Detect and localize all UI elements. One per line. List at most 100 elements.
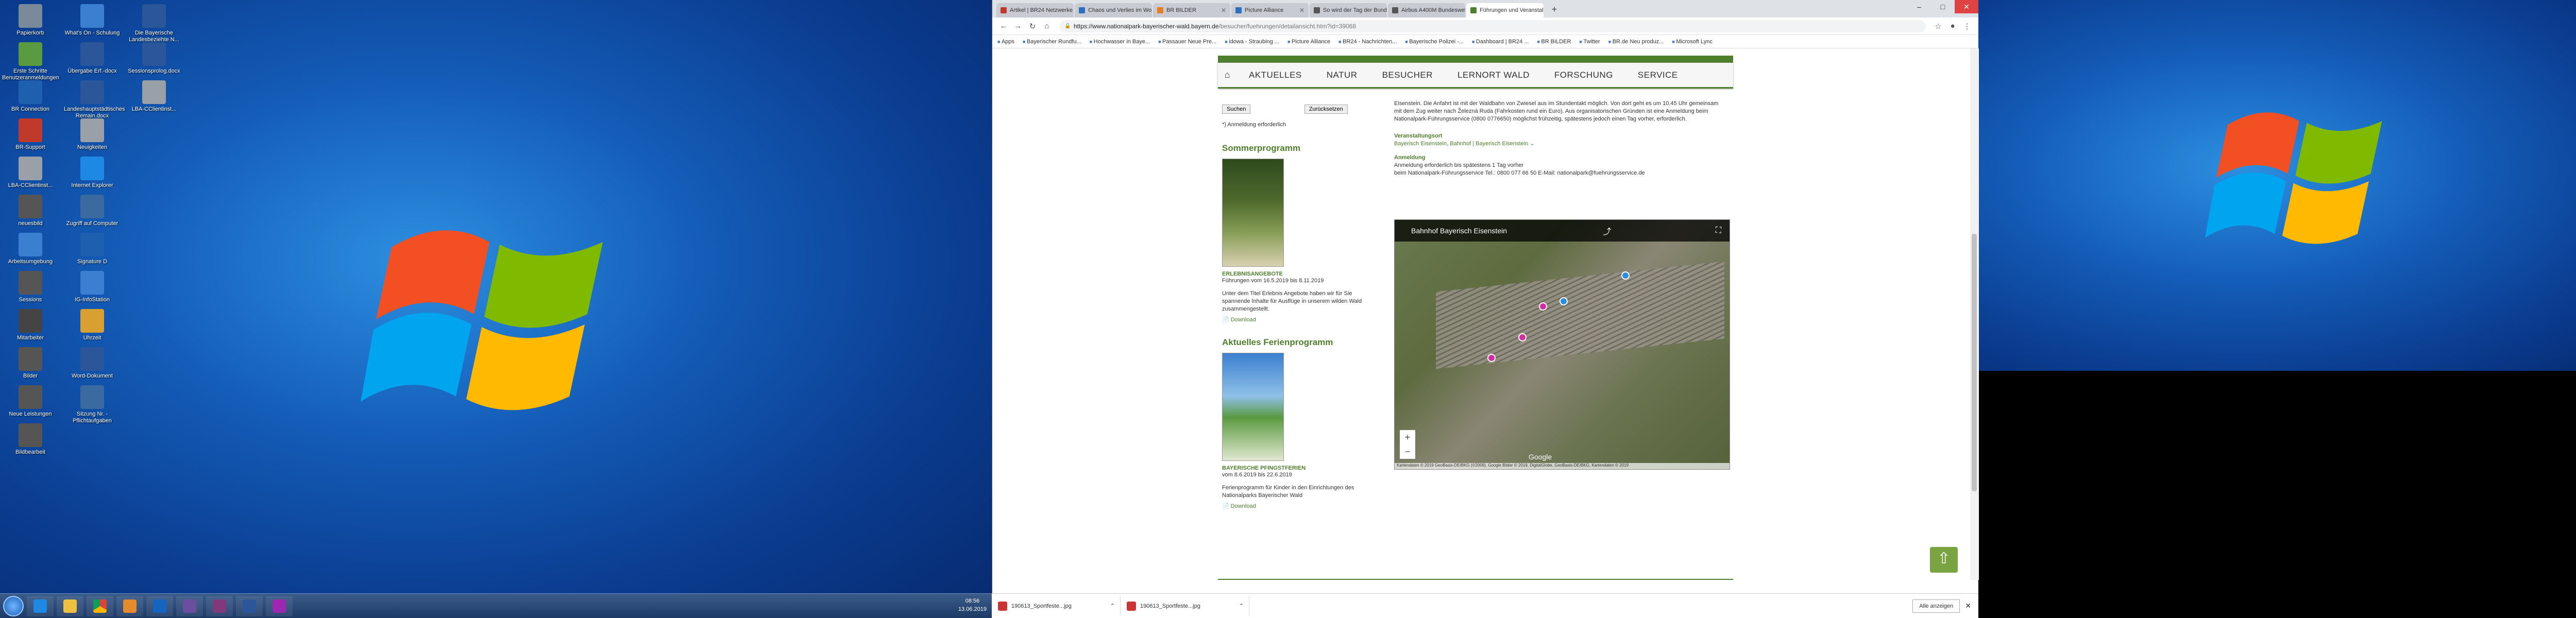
fullscreen-icon[interactable]: ⛶ [1716, 226, 1721, 235]
scroll-to-top-button[interactable]: ⇧ [1930, 547, 1958, 573]
map-pin[interactable] [1487, 354, 1496, 362]
desktop-icon[interactable]: Sessionsprolog.docx [126, 42, 182, 75]
app-taskbar-icon[interactable] [176, 595, 203, 616]
reset-button[interactable]: Zurücksetzen [1304, 105, 1348, 114]
address-bar[interactable]: https://www.nationalpark-bayerischer-wal… [1059, 20, 1926, 32]
desktop-icon[interactable]: Zugriff auf Computer [64, 195, 121, 227]
ferien-brochure-image[interactable] [1222, 353, 1284, 461]
map-pin[interactable] [1560, 297, 1568, 305]
desktop-icon[interactable]: Übergabe Erf.-docx [64, 42, 121, 75]
onenote2-taskbar-icon[interactable] [266, 595, 293, 616]
media-taskbar-icon[interactable] [116, 595, 143, 616]
back-icon[interactable]: ← [996, 22, 1011, 30]
desktop-icon[interactable]: What's On - Schulung [64, 4, 121, 37]
download-item[interactable]: 190613_Sportfeste...jpg ⌃ [1121, 595, 1249, 616]
close-window-button[interactable]: ✕ [1955, 0, 1978, 13]
desktop-icon[interactable]: Arbeitsumgebung [2, 233, 59, 265]
map-pin[interactable] [1539, 302, 1547, 311]
chevron-up-icon[interactable]: ⌃ [1239, 603, 1244, 609]
menu-icon[interactable]: ⋮ [1960, 22, 1974, 31]
ie-taskbar-icon[interactable] [27, 595, 54, 616]
close-tab-icon[interactable]: ✕ [1073, 7, 1074, 14]
word-taskbar-icon[interactable] [236, 595, 263, 616]
desktop-icon[interactable]: IG-InfoStation [64, 271, 121, 303]
desktop-icon[interactable]: Sitzung Nr. -Pflichtaufgaben [64, 385, 121, 424]
desktop-icon[interactable]: Bilder [2, 347, 59, 380]
nav-item[interactable]: BESUCHER [1370, 70, 1445, 80]
scrollbar[interactable] [1970, 48, 1978, 580]
map-pin[interactable] [1518, 333, 1527, 341]
desktop-icon[interactable]: neuesbild [2, 195, 59, 227]
desktop-icon[interactable]: Sessions [2, 271, 59, 303]
reload-icon[interactable]: ↻ [1025, 22, 1040, 31]
desktop-icon[interactable]: Die Bayerische Landesbeziehte N... [126, 4, 182, 43]
explorer-taskbar-icon[interactable] [57, 595, 83, 616]
nav-item[interactable]: SERVICE [1625, 70, 1690, 80]
search-button[interactable]: Suchen [1222, 105, 1251, 114]
nav-item[interactable]: AKTUELLES [1236, 70, 1314, 80]
desktop-icon[interactable]: LBA-CClientinst... [126, 80, 182, 113]
browser-tab[interactable]: So wird der Tag der Bundeswehr...✕ [1310, 3, 1387, 18]
onenote-taskbar-icon[interactable] [206, 595, 233, 616]
desktop-icon[interactable]: Bildbearbeit [2, 423, 59, 456]
scrollbar-thumb[interactable] [1972, 234, 1977, 491]
nav-item[interactable]: LERNORT WALD [1445, 70, 1542, 80]
desktop-icon[interactable]: Internet Explorer [64, 157, 121, 189]
close-tab-icon[interactable]: ✕ [1221, 7, 1226, 14]
minimize-button[interactable]: – [1907, 0, 1931, 13]
bookmark-item[interactable]: Bayerische Polizei -... [1405, 39, 1464, 45]
desktop-icon[interactable]: Neue Leistungen [2, 385, 59, 418]
bookmark-item[interactable]: idowa - Straubing ... [1225, 39, 1279, 45]
desktop-icon[interactable]: LBA-CClientinst... [2, 157, 59, 189]
show-all-downloads-button[interactable]: Alle anzeigen [1912, 599, 1960, 613]
sommer-download-link[interactable]: 📄 Download [1222, 316, 1397, 323]
desktop-icon[interactable]: Neuigkeiten [64, 118, 121, 151]
desktop-icon[interactable]: Papierkorb [2, 4, 59, 37]
new-tab-button[interactable]: + [1548, 3, 1561, 16]
download-item[interactable]: 190613_Sportfeste...jpg ⌃ [992, 595, 1121, 616]
forward-icon[interactable]: → [1011, 22, 1025, 30]
nav-item[interactable]: NATUR [1314, 70, 1370, 80]
start-button[interactable] [3, 595, 24, 616]
desktop-icon[interactable]: BR-Support [2, 118, 59, 151]
maximize-button[interactable]: □ [1931, 0, 1955, 13]
home-icon[interactable]: ⌂ [1040, 22, 1054, 30]
bookmark-item[interactable]: Dashboard | BR24 ... [1472, 39, 1529, 45]
browser-tab[interactable]: BR BILDER ✕ [1153, 3, 1230, 18]
venue-value[interactable]: Bayerisch Eisenstein, Bahnhof | Bayerisc… [1394, 140, 1734, 148]
bookmark-item[interactable]: BR.de Neu produz... [1608, 39, 1664, 45]
close-tab-icon[interactable]: ✕ [1299, 7, 1304, 14]
map-pin[interactable] [1621, 271, 1630, 280]
bookmark-item[interactable]: Hochwasser in Baye... [1090, 39, 1150, 45]
profile-icon[interactable]: ● [1945, 22, 1960, 30]
bookmark-item[interactable]: Apps [997, 39, 1014, 45]
desktop-icon[interactable]: Landeshauptstädtisches Remain.docx [64, 80, 125, 119]
browser-tab[interactable]: Artikel | BR24 Netzwerke✕ [996, 3, 1074, 18]
outlook-taskbar-icon[interactable] [146, 595, 173, 616]
desktop-icon[interactable]: Mitarbeiter [2, 309, 59, 341]
chrome-taskbar-icon[interactable] [87, 595, 113, 616]
sommer-brochure-image[interactable] [1222, 159, 1284, 267]
clock[interactable]: 08:56 13.06.2019 [958, 597, 987, 613]
ferien-download-link[interactable]: 📄 Download [1222, 503, 1397, 509]
share-icon[interactable]: ⤴ [1603, 225, 1611, 237]
close-shelf-icon[interactable]: ✕ [1965, 602, 1971, 610]
bookmark-item[interactable]: BR BILDER [1537, 39, 1571, 45]
zoom-control[interactable]: + − [1400, 430, 1415, 459]
star-icon[interactable]: ☆ [1931, 22, 1945, 31]
chevron-up-icon[interactable]: ⌃ [1110, 603, 1115, 609]
desktop-icon[interactable]: Word-Dokument [64, 347, 121, 380]
bookmark-item[interactable]: Passauer Neue Pre... [1158, 39, 1216, 45]
desktop-icon[interactable]: Uhrzeit [64, 309, 121, 341]
browser-tab[interactable]: Führungen und Veranstaltungen...✕ [1466, 3, 1544, 18]
bookmark-item[interactable]: BR24 - Nachrichten... [1338, 39, 1397, 45]
bookmark-item[interactable]: Bayerischer Rundfu... [1023, 39, 1081, 45]
desktop-icon[interactable]: Signature D [64, 233, 121, 265]
map-embed[interactable]: Bahnhof Bayerisch Eisenstein ⤴ ⛶ + − Goog… [1394, 219, 1730, 470]
browser-tab[interactable]: Chaos und Verlies im Wohnhaus... ✕ [1075, 3, 1152, 18]
bookmark-item[interactable]: Picture Alliance [1287, 39, 1330, 45]
desktop-icon[interactable]: BR Connection [2, 80, 59, 113]
browser-tab[interactable]: Airbus A400M Bundeswehr Cla...✕ [1388, 3, 1465, 18]
browser-tab[interactable]: Picture Alliance ✕ [1231, 3, 1309, 18]
home-nav-icon[interactable]: ⌂ [1218, 70, 1236, 80]
